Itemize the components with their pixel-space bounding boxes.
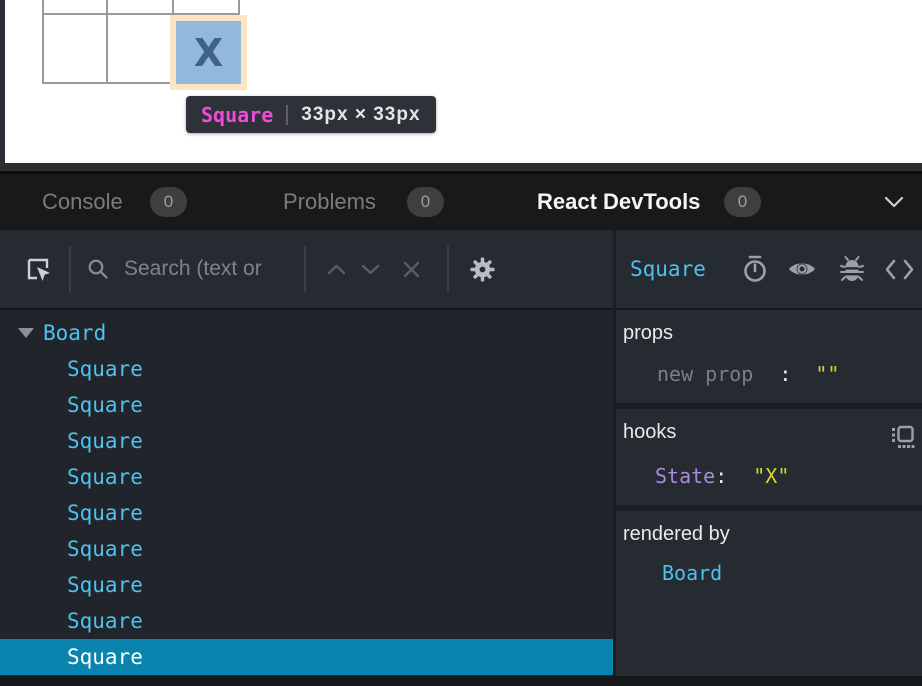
tree-item-label: Square: [67, 573, 143, 597]
tree-item-label: Square: [67, 501, 143, 525]
inspect-dom-eye-icon[interactable]: [787, 258, 817, 285]
toolbar-divider: [447, 246, 449, 292]
square-cell-value: X: [194, 31, 223, 75]
hooks-section: hooks State : "X": [616, 409, 922, 505]
tree-row-square[interactable]: Square: [0, 531, 613, 567]
expander-triangle-icon[interactable]: [18, 328, 34, 338]
previous-result-icon[interactable]: [327, 263, 346, 281]
tree-item-label: Square: [67, 393, 143, 417]
console-count-badge: 0: [150, 187, 187, 217]
tree-item-label: Square: [67, 537, 143, 561]
parse-hook-names-icon[interactable]: [888, 423, 916, 451]
tree-row-square[interactable]: Square: [0, 351, 613, 387]
tree-row-square[interactable]: Square: [0, 495, 613, 531]
tree-row-square[interactable]: Square: [0, 387, 613, 423]
collapse-panel-chevron-icon[interactable]: [884, 196, 904, 214]
browser-page-area: X Square 33px × 33px: [0, 0, 922, 163]
inspect-highlight-padding: X: [170, 15, 247, 90]
inspected-element-panel: props new prop : "" hooks State: [616, 310, 922, 676]
app-window: X Square 33px × 33px Console 0 Problems …: [0, 0, 922, 686]
new-prop-value-input[interactable]: "": [815, 362, 839, 386]
tree-item-label: Square: [67, 429, 143, 453]
toolbar-divider: [69, 246, 71, 292]
state-hook-value[interactable]: "X": [753, 464, 789, 488]
owner-link[interactable]: Board: [662, 561, 722, 585]
new-prop-row[interactable]: new prop : "": [657, 362, 839, 386]
page-bottom-strip: [0, 163, 922, 171]
components-tree: Board Square Square Square Square Square…: [0, 310, 613, 676]
devtools-tab-bar: Console 0 Problems 0 React DevTools 0: [0, 174, 922, 230]
react-devtools-toolbar: Search (text or: [0, 230, 922, 310]
hooks-section-title: hooks: [623, 421, 676, 444]
props-section-title: props: [623, 322, 673, 345]
inspect-tooltip: Square 33px × 33px: [186, 96, 436, 133]
tab-react-devtools[interactable]: React DevTools: [537, 174, 700, 230]
inspect-highlight-content[interactable]: X: [176, 21, 241, 84]
rendered-by-row: Board: [662, 561, 722, 585]
search-input[interactable]: Search (text or: [124, 230, 262, 308]
tooltip-component-name: Square: [201, 103, 273, 127]
clear-search-icon[interactable]: [403, 261, 420, 283]
bottom-strip: [0, 676, 922, 686]
state-hook-label: State: [655, 464, 715, 488]
settings-gear-icon[interactable]: [469, 256, 496, 288]
tooltip-divider: [286, 105, 288, 125]
tree-row-square[interactable]: Square: [0, 423, 613, 459]
search-icon: [87, 258, 110, 286]
tab-problems[interactable]: Problems: [283, 174, 376, 230]
tree-row-square[interactable]: Square: [0, 603, 613, 639]
tree-row-square[interactable]: Square: [0, 459, 613, 495]
rendered-by-section: rendered by Board: [616, 511, 922, 676]
react-devtools-count-badge: 0: [724, 187, 761, 217]
tree-row-square-selected[interactable]: Square: [0, 639, 613, 675]
colon: :: [715, 464, 727, 488]
tree-row-square[interactable]: Square: [0, 567, 613, 603]
problems-count-badge: 0: [407, 187, 444, 217]
props-section: props new prop : "": [616, 310, 922, 403]
debug-bug-icon[interactable]: [838, 254, 866, 289]
state-hook-row: State : "X": [655, 464, 789, 488]
next-result-icon[interactable]: [361, 263, 380, 281]
toolbar-divider: [304, 246, 306, 292]
tree-item-label: Square: [67, 357, 143, 381]
profiler-stopwatch-icon[interactable]: [741, 254, 769, 289]
tree-item-label: Square: [67, 645, 143, 669]
tree-item-label: Board: [43, 321, 106, 345]
tab-console[interactable]: Console: [42, 174, 123, 230]
tooltip-dimensions: 33px × 33px: [301, 104, 420, 126]
selected-component-name: Square: [630, 230, 706, 308]
view-source-code-icon[interactable]: [884, 257, 915, 287]
page-left-edge: [0, 0, 5, 163]
tree-item-label: Square: [67, 465, 143, 489]
element-picker-icon[interactable]: [24, 255, 54, 290]
new-prop-key-input[interactable]: new prop: [657, 362, 753, 386]
tree-row-board[interactable]: Board: [0, 315, 613, 351]
rendered-by-section-title: rendered by: [623, 523, 730, 546]
colon: :: [779, 362, 791, 386]
tree-item-label: Square: [67, 609, 143, 633]
